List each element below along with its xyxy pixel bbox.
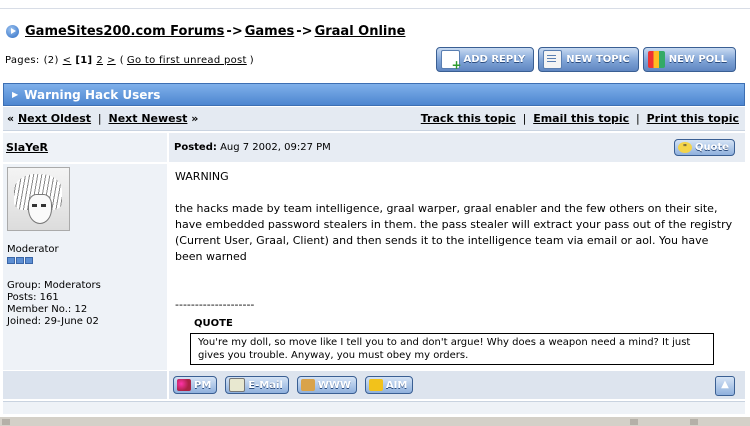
new-poll-label: NEW POLL (668, 54, 727, 65)
pm-label: PM (194, 379, 212, 391)
pages-label: Pages: (5, 55, 40, 66)
quote-box: You're my doll, so move like I tell you … (190, 333, 714, 365)
breadcrumb-forums-link[interactable]: GameSites200.com Forums (25, 24, 224, 39)
post-date-line: Posted: Aug 7 2002, 09:27 PM (174, 142, 331, 153)
quote-icon: " (677, 142, 692, 153)
www-label: WWW (317, 379, 351, 391)
pm-icon (177, 379, 191, 391)
prev-arrow: « (7, 112, 15, 125)
post-separator (3, 401, 745, 414)
message-text: the hacks made by team intelligence, gra… (175, 202, 736, 263)
post-body: Moderator Group: Moderators Posts: 161 M… (3, 164, 745, 370)
author-posts: Posts: 161 (7, 292, 59, 303)
author-role: Moderator (7, 244, 59, 255)
author-info: Moderator Group: Moderators Posts: 161 M… (3, 164, 169, 370)
topic-title-bar: ▶ Warning Hack Users (3, 83, 745, 106)
divider: | (522, 112, 527, 125)
email-icon (229, 378, 246, 392)
avatar-eye (41, 204, 46, 207)
rank-pips (7, 257, 163, 264)
email-topic-link[interactable]: Email this topic (533, 112, 629, 125)
quote-button[interactable]: " Quote (673, 139, 735, 156)
rank-pip-icon (7, 257, 15, 264)
pm-button[interactable]: PM (173, 376, 218, 394)
avatar-face (28, 194, 52, 224)
page-2-link[interactable]: 2 (96, 55, 103, 66)
aim-button[interactable]: AIM (364, 376, 414, 394)
topic-nav-right: Track this topic | Email this topic | Pr… (421, 112, 739, 125)
posted-label: Posted: (174, 142, 217, 153)
current-page: [1] (75, 55, 93, 66)
quote-label: QUOTE (194, 318, 233, 329)
title-arrow-icon: ▶ (12, 90, 19, 99)
post-header: SlaYeR Posted: Aug 7 2002, 09:27 PM " Qu… (3, 133, 745, 162)
topic-navigation: « Next Oldest | Next Newest » Track this… (3, 107, 745, 131)
author-stats: Group: Moderators Posts: 161 Member No.:… (7, 280, 163, 328)
post-message: WARNING the hacks made by team intellige… (169, 164, 745, 370)
topic-toolbar: ADD REPLY NEW TOPIC NEW POLL (435, 47, 736, 72)
author-group: Group: Moderators (7, 280, 101, 291)
aim-icon (368, 379, 383, 391)
new-poll-button[interactable]: NEW POLL (642, 47, 736, 72)
www-button[interactable]: WWW (296, 376, 357, 394)
email-label: E-Mail (248, 379, 283, 391)
status-bar-segment (630, 419, 638, 425)
breadcrumb-separator: -> (296, 23, 313, 39)
rank-pip-icon (25, 257, 33, 264)
message-heading: WARNING (175, 170, 229, 183)
next-arrow: » (191, 112, 199, 125)
author-member-no: Member No.: 12 (7, 304, 88, 315)
signature-separator: -------------------- (175, 298, 255, 311)
status-bar-segment (690, 419, 698, 425)
avatar (7, 167, 70, 231)
next-page-link[interactable]: > (107, 55, 116, 66)
first-unread-link[interactable]: Go to first unread post (127, 55, 247, 66)
divider: | (636, 112, 640, 125)
next-oldest-link[interactable]: Next Oldest (18, 112, 91, 125)
print-topic-link[interactable]: Print this topic (647, 112, 739, 125)
status-bar-segment (2, 419, 10, 425)
divider: | (97, 112, 102, 125)
new-topic-button[interactable]: NEW TOPIC (538, 47, 639, 72)
paren-open: ( (119, 55, 124, 66)
avatar-eye (32, 204, 37, 207)
nav-bullet-icon (6, 24, 19, 38)
topic-title: Warning Hack Users (24, 87, 161, 102)
new-poll-icon (647, 51, 665, 68)
breadcrumb-graal-link[interactable]: Graal Online (315, 24, 406, 39)
rank-pip-icon (16, 257, 24, 264)
post-footer: PM E-Mail WWW AIM ▲ (3, 371, 745, 399)
breadcrumb: GameSites200.com Forums -> Games -> Graa… (6, 21, 405, 41)
add-reply-icon (440, 50, 462, 72)
track-topic-link[interactable]: Track this topic (421, 112, 516, 125)
www-icon (300, 379, 315, 391)
new-topic-icon (543, 50, 563, 69)
email-button[interactable]: E-Mail (225, 376, 289, 394)
author-header: SlaYeR (3, 133, 169, 162)
top-strip (0, 0, 750, 9)
quote-button-label: Quote (694, 142, 729, 153)
new-topic-label: NEW TOPIC (566, 54, 630, 65)
pages-count: (2) (43, 55, 59, 66)
breadcrumb-separator: -> (226, 23, 243, 39)
topic-nav-left: « Next Oldest | Next Newest » (7, 112, 198, 125)
author-name-link[interactable]: SlaYeR (6, 141, 48, 154)
paren-close: ) (249, 55, 254, 66)
next-newest-link[interactable]: Next Newest (108, 112, 187, 125)
post-date: Aug 7 2002, 09:27 PM (220, 142, 331, 153)
pagination: Pages: (2) < [1] 2 >(Go to first unread post) (5, 55, 258, 66)
add-reply-button[interactable]: ADD REPLY (435, 47, 535, 72)
footer-actions: PM E-Mail WWW AIM ▲ (169, 371, 745, 399)
add-reply-label: ADD REPLY (463, 54, 526, 65)
footer-left (3, 371, 169, 399)
aim-label: AIM (385, 379, 408, 391)
breadcrumb-games-link[interactable]: Games (245, 24, 295, 39)
back-to-top-button[interactable]: ▲ (715, 376, 735, 396)
author-joined: Joined: 29-June 02 (7, 316, 99, 327)
post-meta: Posted: Aug 7 2002, 09:27 PM " Quote (169, 133, 745, 162)
prev-page-link[interactable]: < (63, 55, 72, 66)
